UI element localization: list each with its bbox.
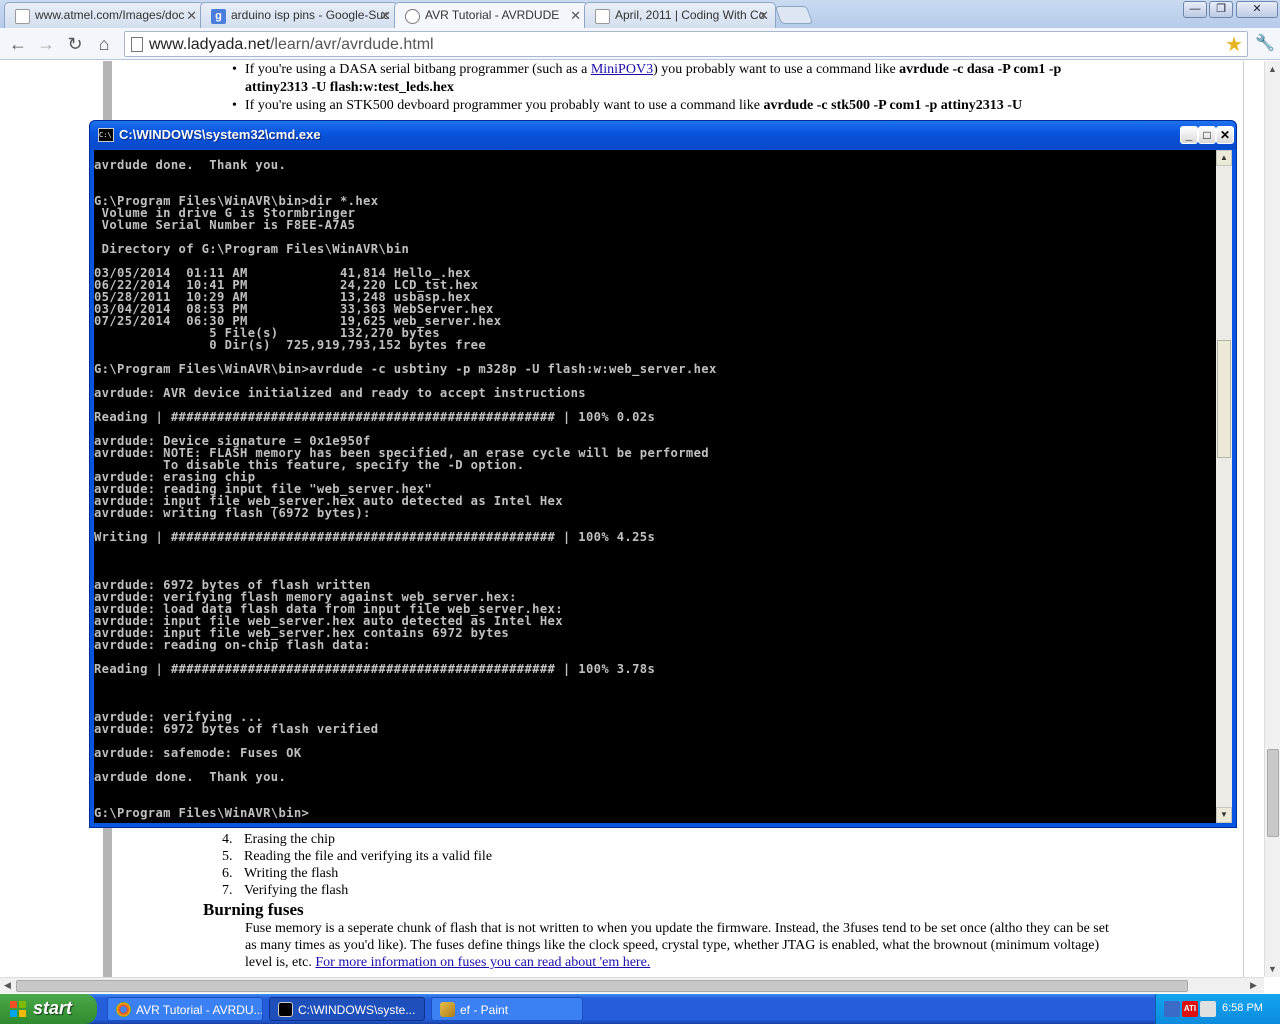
cmd-window[interactable]: C:\ C:\WINDOWS\system32\cmd.exe _ □ ✕ av…	[89, 120, 1237, 828]
avrdude-steps-list: Erasing the chip Reading the file and ve…	[222, 831, 492, 899]
page-right-border	[1243, 61, 1244, 977]
page-vertical-scrollbar[interactable]: ▲ ▼	[1264, 61, 1280, 977]
page-icon	[15, 9, 30, 24]
volume-icon[interactable]	[1200, 1001, 1216, 1017]
list-item: Verifying the flash	[222, 882, 492, 899]
cmd-title: C:\WINDOWS\system32\cmd.exe	[119, 127, 321, 142]
page-icon	[131, 37, 143, 52]
console-output: avrdude done. Thank you. G:\Program File…	[94, 158, 717, 820]
tab-coding-with-co[interactable]: April, 2011 | Coding With Co ✕	[584, 2, 776, 28]
list-item: If you're using an STK500 devboard progr…	[232, 97, 1082, 115]
browser-minimize-button[interactable]: —	[1183, 1, 1207, 18]
tab-title: AVR Tutorial - AVRDUDE	[425, 8, 560, 22]
browser-close-button[interactable]: ✕	[1236, 1, 1278, 18]
tab-avr-tutorial[interactable]: AVR Tutorial - AVRDUDE ✕	[394, 2, 588, 29]
bookmark-star-icon[interactable]: ★	[1225, 32, 1243, 57]
tab-atmel[interactable]: www.atmel.com/Images/doc ✕	[4, 2, 204, 28]
scrollbar-thumb[interactable]	[1217, 340, 1231, 458]
tab-title: April, 2011 | Coding With Co	[615, 8, 766, 22]
section-heading: Burning fuses	[203, 900, 304, 919]
page-horizontal-scrollbar[interactable]: ◀ ▶	[0, 977, 1264, 993]
list-item: Reading the file and verifying its a val…	[222, 848, 492, 865]
scroll-down-icon[interactable]: ▼	[1216, 807, 1232, 823]
new-tab-button[interactable]	[774, 6, 814, 24]
forward-icon[interactable]: →	[34, 33, 58, 55]
cmd-maximize-button[interactable]: □	[1198, 126, 1216, 144]
close-tab-icon[interactable]: ✕	[570, 8, 581, 24]
browser-restore-button[interactable]: ❐	[1209, 1, 1233, 18]
programmer-list: If you're using a DASA serial bitbang pr…	[232, 61, 1082, 115]
cmd-minimize-button[interactable]: _	[1180, 126, 1198, 144]
tab-title: arduino isp pins - Google-Suc	[231, 8, 390, 22]
close-tab-icon[interactable]: ✕	[758, 8, 769, 24]
ati-icon[interactable]: ATI	[1182, 1001, 1198, 1017]
console-scrollbar[interactable]: ▲ ▼	[1216, 150, 1232, 823]
console-screen[interactable]: avrdude done. Thank you. G:\Program File…	[94, 150, 1216, 823]
ladyada-icon	[405, 9, 420, 24]
cmd-titlebar[interactable]: C:\ C:\WINDOWS\system32\cmd.exe _ □ ✕	[90, 121, 1236, 149]
scroll-right-icon[interactable]: ▶	[1250, 980, 1257, 991]
taskbar-button-cmd[interactable]: C:\WINDOWS\syste...	[269, 997, 425, 1021]
tab-google-search[interactable]: g arduino isp pins - Google-Suc ✕	[200, 2, 398, 28]
taskbar-button-chrome[interactable]: AVR Tutorial - AVRDU...	[107, 997, 263, 1021]
scroll-left-icon[interactable]: ◀	[4, 980, 11, 991]
chrome-icon	[116, 1002, 131, 1017]
start-label: start	[33, 998, 73, 1018]
back-icon[interactable]: ←	[6, 33, 30, 55]
wrench-menu-icon[interactable]: 🔧	[1255, 33, 1275, 53]
cmd-close-button[interactable]: ✕	[1216, 126, 1234, 144]
google-icon: g	[211, 9, 226, 24]
windows-flag-icon	[10, 1001, 27, 1018]
tab-title: www.atmel.com/Images/doc	[35, 8, 185, 22]
list-item: Erasing the chip	[222, 831, 492, 848]
minipov3-link[interactable]: MiniPOV3	[591, 62, 653, 77]
page-icon	[595, 9, 610, 24]
fuses-paragraph: Fuse memory is a seperate chunk of flash…	[245, 921, 1109, 970]
scroll-up-icon[interactable]: ▲	[1216, 150, 1232, 166]
fuses-info-link[interactable]: For more information on fuses you can re…	[315, 955, 650, 970]
address-bar[interactable]: www.ladyada.net/learn/avr/avrdude.html ★	[124, 31, 1248, 57]
start-button[interactable]: start	[0, 994, 97, 1024]
cmd-icon	[278, 1002, 293, 1017]
taskbar: start AVR Tutorial - AVRDU... C:\WINDOWS…	[0, 994, 1280, 1024]
home-icon[interactable]: ⌂	[92, 33, 116, 55]
taskbar-button-paint[interactable]: ef - Paint	[431, 997, 583, 1021]
cmd-icon: C:\	[98, 128, 114, 142]
list-item: If you're using a DASA serial bitbang pr…	[232, 61, 1082, 97]
list-item: Writing the flash	[222, 865, 492, 882]
close-tab-icon[interactable]: ✕	[186, 8, 197, 24]
system-tray: ATI 6:58 PM	[1155, 994, 1280, 1024]
browser-toolbar: ← → ↻ ⌂ www.ladyada.net/learn/avr/avrdud…	[0, 28, 1280, 60]
network-icon[interactable]	[1164, 1001, 1180, 1017]
scroll-up-icon[interactable]: ▲	[1268, 64, 1277, 74]
scrollbar-thumb[interactable]	[16, 980, 1188, 992]
reload-icon[interactable]: ↻	[63, 33, 87, 55]
url-text[interactable]: www.ladyada.net/learn/avr/avrdude.html	[149, 36, 434, 54]
clock: 6:58 PM	[1222, 1002, 1263, 1014]
close-tab-icon[interactable]: ✕	[380, 8, 391, 24]
scroll-down-icon[interactable]: ▼	[1268, 964, 1277, 974]
browser-tab-strip: www.atmel.com/Images/doc ✕ g arduino isp…	[0, 0, 1280, 29]
scrollbar-thumb[interactable]	[1267, 749, 1279, 837]
paint-icon	[440, 1002, 455, 1017]
